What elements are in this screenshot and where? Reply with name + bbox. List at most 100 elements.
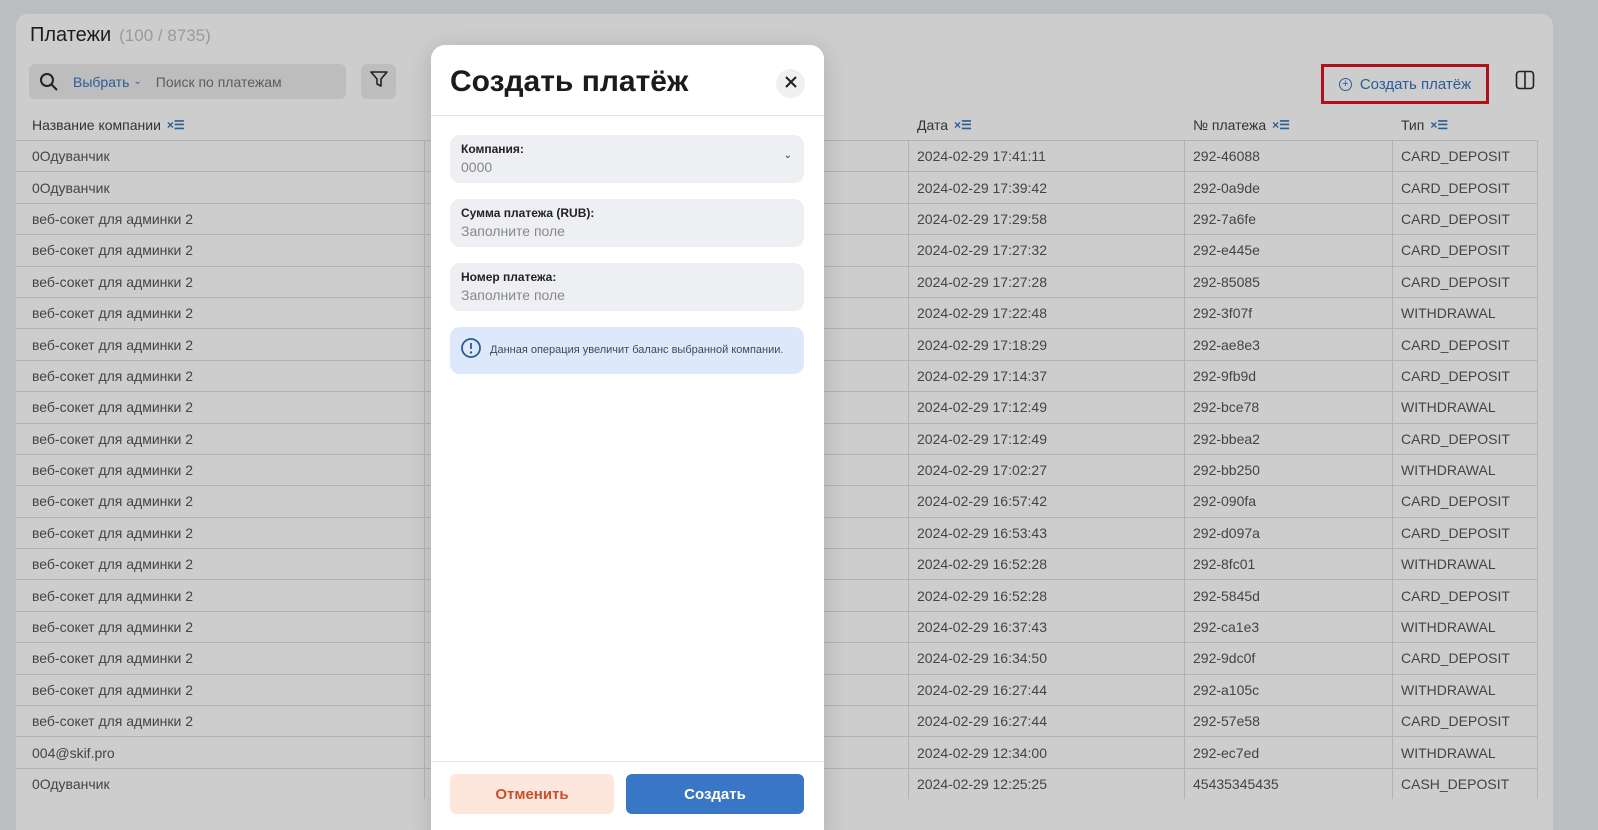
date-cell: 2024-02-29 17:27:32 bbox=[909, 235, 1185, 266]
payment-number-cell: 292-ae8e3 bbox=[1185, 329, 1393, 360]
payment-number-cell: 292-bbea2 bbox=[1185, 423, 1393, 454]
payment-number-cell: 292-7a6fe bbox=[1185, 203, 1393, 235]
payment-number-cell: 292-57e58 bbox=[1185, 706, 1393, 737]
modal-header: Создать платёж bbox=[431, 45, 824, 116]
company-cell: веб-сокет для админки 2 bbox=[16, 674, 425, 706]
type-cell: CARD_DEPOSIT bbox=[1393, 423, 1538, 454]
payment-number-cell: 292-85085 bbox=[1185, 266, 1393, 297]
type-cell: CARD_DEPOSIT bbox=[1393, 360, 1538, 392]
sort-icon[interactable]: ×☰ bbox=[1430, 118, 1448, 132]
company-cell: веб-сокет для админки 2 bbox=[16, 392, 425, 423]
company-cell: веб-сокет для админки 2 bbox=[16, 454, 425, 486]
columns-toggle-button[interactable] bbox=[1509, 68, 1541, 96]
date-cell: 2024-02-29 16:57:42 bbox=[909, 486, 1185, 517]
type-cell: WITHDRAWAL bbox=[1393, 737, 1538, 768]
payment-number-field[interactable]: Номер платежа: Заполните поле bbox=[450, 263, 804, 311]
sort-icon[interactable]: ×☰ bbox=[954, 118, 972, 132]
company-cell: веб-сокет для админки 2 bbox=[16, 360, 425, 392]
payment-number-cell: 292-46088 bbox=[1185, 141, 1393, 172]
filter-button[interactable] bbox=[361, 64, 396, 99]
column-label: Название компании bbox=[32, 117, 161, 133]
columns-icon bbox=[1515, 70, 1535, 95]
type-cell: CARD_DEPOSIT bbox=[1393, 172, 1538, 203]
company-cell: веб-сокет для админки 2 bbox=[16, 517, 425, 549]
company-cell: веб-сокет для админки 2 bbox=[16, 266, 425, 297]
payment-number-cell: 292-ec7ed bbox=[1185, 737, 1393, 768]
search-field-select[interactable]: Выбрать ⌄ bbox=[73, 74, 142, 90]
page-header: Платежи (100 / 8735) bbox=[30, 24, 211, 47]
payment-number-cell: 292-5845d bbox=[1185, 580, 1393, 611]
amount-input[interactable]: Заполните поле bbox=[461, 223, 793, 239]
date-cell: 2024-02-29 17:22:48 bbox=[909, 297, 1185, 329]
payment-number-cell: 292-9dc0f bbox=[1185, 643, 1393, 674]
payment-number-cell: 292-bb250 bbox=[1185, 454, 1393, 486]
date-cell: 2024-02-29 17:02:27 bbox=[909, 454, 1185, 486]
date-cell: 2024-02-29 12:25:25 bbox=[909, 768, 1185, 800]
filter-icon bbox=[369, 70, 388, 93]
search-bar[interactable]: Выбрать ⌄ Поиск по платежам bbox=[29, 64, 346, 99]
column-label: № платежа bbox=[1193, 117, 1267, 133]
type-cell: WITHDRAWAL bbox=[1393, 392, 1538, 423]
amount-label: Сумма платежа (RUB): bbox=[461, 206, 595, 220]
company-label: Компания: bbox=[461, 142, 524, 156]
company-cell: веб-сокет для админки 2 bbox=[16, 329, 425, 360]
modal-footer: Отменить Создать bbox=[431, 761, 824, 830]
company-cell: веб-сокет для админки 2 bbox=[16, 486, 425, 517]
date-cell: 2024-02-29 17:27:28 bbox=[909, 266, 1185, 297]
create-payment-label: Создать платёж bbox=[1359, 75, 1472, 93]
type-cell: WITHDRAWAL bbox=[1393, 611, 1538, 643]
amount-field[interactable]: Сумма платежа (RUB): Заполните поле bbox=[450, 199, 804, 247]
payment-number-cell: 292-3f07f bbox=[1185, 297, 1393, 329]
create-payment-button[interactable]: + Создать платёж bbox=[1321, 64, 1489, 104]
payment-number-cell: 292-e445e bbox=[1185, 235, 1393, 266]
payment-number-cell: 292-ca1e3 bbox=[1185, 611, 1393, 643]
type-cell: WITHDRAWAL bbox=[1393, 297, 1538, 329]
date-cell: 2024-02-29 17:18:29 bbox=[909, 329, 1185, 360]
chevron-down-icon: ⌄ bbox=[133, 76, 142, 87]
info-text: Данная операция увеличит баланс выбранно… bbox=[490, 343, 784, 356]
company-value: 0000 bbox=[461, 159, 493, 175]
company-cell: веб-сокет для админки 2 bbox=[16, 235, 425, 266]
column-label: Дата bbox=[917, 117, 949, 133]
date-cell: 2024-02-29 17:29:58 bbox=[909, 203, 1185, 235]
type-cell: CARD_DEPOSIT bbox=[1393, 266, 1538, 297]
payment-number-label: Номер платежа: bbox=[461, 270, 557, 284]
company-cell: 004@skif.pro bbox=[16, 737, 425, 768]
column-header-date[interactable]: Дата ×☰ bbox=[917, 117, 972, 133]
search-input[interactable]: Поиск по платежам bbox=[156, 74, 282, 90]
date-cell: 2024-02-29 17:39:42 bbox=[909, 172, 1185, 203]
sort-icon[interactable]: ×☰ bbox=[167, 118, 185, 132]
company-select[interactable]: Компания: 0000 ⌄ bbox=[450, 135, 804, 183]
type-cell: CARD_DEPOSIT bbox=[1393, 706, 1538, 737]
company-cell: веб-сокет для админки 2 bbox=[16, 706, 425, 737]
search-icon bbox=[39, 72, 59, 92]
info-icon bbox=[460, 337, 482, 364]
column-header-company[interactable]: Название компании ×☰ bbox=[32, 117, 185, 133]
close-icon bbox=[784, 75, 797, 93]
date-cell: 2024-02-29 17:12:49 bbox=[909, 423, 1185, 454]
date-cell: 2024-02-29 17:41:11 bbox=[909, 141, 1185, 172]
submit-create-button[interactable]: Создать bbox=[626, 774, 804, 814]
type-cell: CARD_DEPOSIT bbox=[1393, 643, 1538, 674]
cancel-button[interactable]: Отменить bbox=[450, 774, 614, 814]
column-header-type[interactable]: Тип ×☰ bbox=[1401, 117, 1448, 133]
type-cell: CARD_DEPOSIT bbox=[1393, 141, 1538, 172]
close-button[interactable] bbox=[776, 69, 805, 98]
payment-number-cell: 292-d097a bbox=[1185, 517, 1393, 549]
type-cell: WITHDRAWAL bbox=[1393, 549, 1538, 580]
column-header-number[interactable]: № платежа ×☰ bbox=[1193, 117, 1290, 133]
type-cell: CARD_DEPOSIT bbox=[1393, 203, 1538, 235]
payment-number-cell: 292-090fa bbox=[1185, 486, 1393, 517]
date-cell: 2024-02-29 17:14:37 bbox=[909, 360, 1185, 392]
date-cell: 2024-02-29 16:37:43 bbox=[909, 611, 1185, 643]
plus-circle-icon: + bbox=[1338, 77, 1352, 91]
payment-number-input[interactable]: Заполните поле bbox=[461, 287, 793, 303]
type-cell: WITHDRAWAL bbox=[1393, 674, 1538, 706]
info-notice: Данная операция увеличит баланс выбранно… bbox=[450, 327, 804, 374]
date-cell: 2024-02-29 16:27:44 bbox=[909, 674, 1185, 706]
company-cell: 0Одуванчик bbox=[16, 172, 425, 203]
sort-icon[interactable]: ×☰ bbox=[1272, 118, 1290, 132]
company-cell: веб-сокет для админки 2 bbox=[16, 203, 425, 235]
payment-number-cell: 292-bce78 bbox=[1185, 392, 1393, 423]
type-cell: CARD_DEPOSIT bbox=[1393, 580, 1538, 611]
